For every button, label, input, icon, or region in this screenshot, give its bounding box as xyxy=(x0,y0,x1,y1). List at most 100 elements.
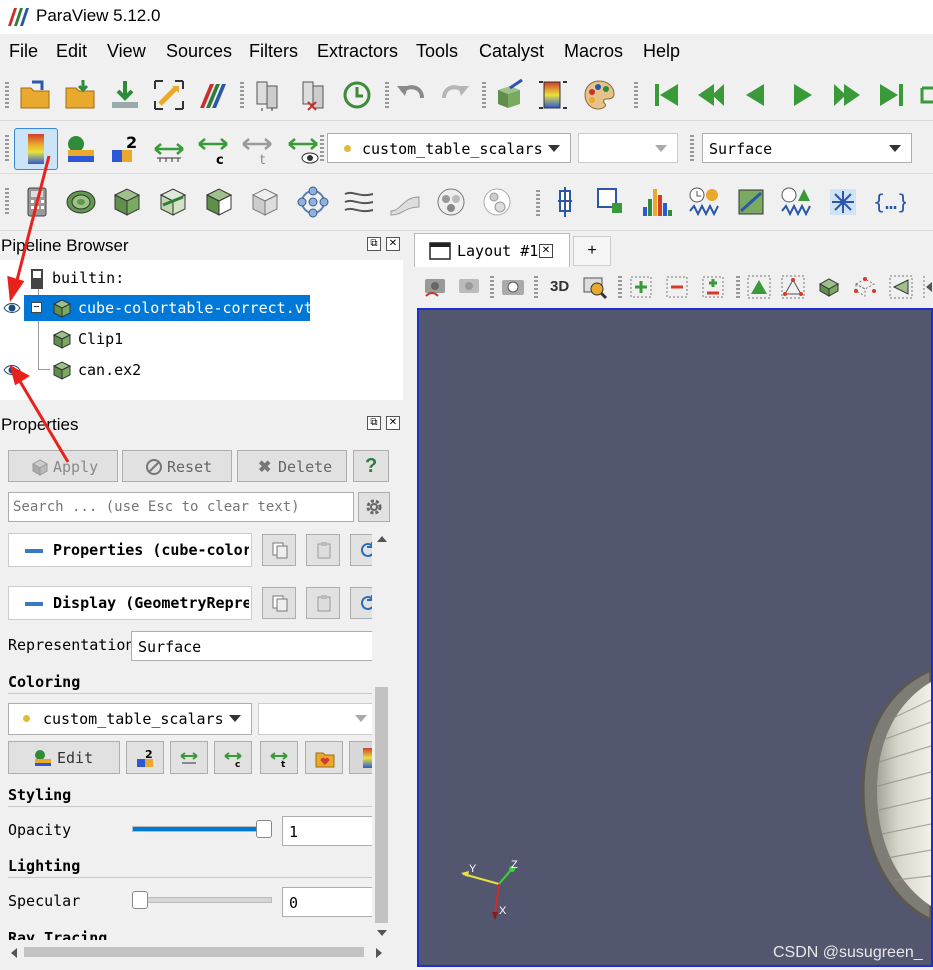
property-search-input[interactable] xyxy=(8,492,354,522)
disconnect-icon[interactable] xyxy=(296,78,330,112)
paste-properties-button[interactable] xyxy=(306,534,340,566)
rescale-temporal-button[interactable]: t xyxy=(260,741,298,774)
hscrollbar-thumb[interactable] xyxy=(24,947,364,957)
slice-icon[interactable] xyxy=(156,185,190,219)
previous-frame-icon[interactable] xyxy=(694,78,728,112)
first-frame-icon[interactable] xyxy=(650,78,684,112)
select-cells-on-icon[interactable] xyxy=(746,274,772,300)
glyph-icon[interactable] xyxy=(296,185,330,219)
coloring-component-select[interactable] xyxy=(258,703,372,735)
toolbar-grip[interactable] xyxy=(385,82,389,108)
play-icon[interactable] xyxy=(786,78,820,112)
float-panel-icon[interactable]: ⧉ xyxy=(367,416,381,430)
warp-by-vector-icon[interactable] xyxy=(388,185,422,219)
zoom-to-box-icon[interactable] xyxy=(582,274,608,300)
toolbar-grip[interactable] xyxy=(490,276,494,298)
toolbar-grip[interactable] xyxy=(690,135,694,161)
menu-catalyst[interactable]: Catalyst xyxy=(479,41,544,62)
connect-icon[interactable] xyxy=(250,78,284,112)
rescale-to-data-range-icon[interactable] xyxy=(152,132,186,166)
scroll-right-icon[interactable] xyxy=(376,948,382,958)
next-frame-icon[interactable] xyxy=(830,78,864,112)
menu-edit[interactable]: Edit xyxy=(56,41,87,62)
select-polygon-icon[interactable] xyxy=(888,274,914,300)
toolbar-grip[interactable] xyxy=(482,82,486,108)
play-backward-icon[interactable] xyxy=(738,78,772,112)
opacity-slider-track[interactable] xyxy=(132,826,272,832)
menu-sources[interactable]: Sources xyxy=(166,41,232,62)
menu-view[interactable]: View xyxy=(107,41,146,62)
toolbar-grip[interactable] xyxy=(634,82,638,108)
display-section-header[interactable]: Display (GeometryRepresentation) xyxy=(8,586,252,620)
rescale-over-time-icon[interactable]: t xyxy=(240,132,274,166)
extract-subset-icon[interactable] xyxy=(248,185,282,219)
choose-preset-button[interactable] xyxy=(305,741,343,774)
rescale-visible-range-icon[interactable] xyxy=(286,132,320,166)
menu-help[interactable]: Help xyxy=(643,41,680,62)
color-palette-icon[interactable] xyxy=(582,78,616,112)
stream-tracer-icon[interactable] xyxy=(342,185,376,219)
close-panel-icon[interactable]: ✕ xyxy=(386,416,400,430)
menu-tools[interactable]: Tools xyxy=(416,41,458,62)
toolbar-grip[interactable] xyxy=(320,135,324,161)
toolbar-grip[interactable] xyxy=(5,135,9,161)
last-frame-icon[interactable] xyxy=(874,78,908,112)
rescale-custom-button[interactable]: c xyxy=(214,741,252,774)
scrollbar-thumb[interactable] xyxy=(375,687,388,923)
properties-scrollbar[interactable] xyxy=(373,532,390,942)
contour-icon[interactable] xyxy=(64,185,98,219)
eye-icon[interactable] xyxy=(3,364,21,376)
group-datasets-icon[interactable] xyxy=(434,185,468,219)
select-more-icon[interactable] xyxy=(922,274,933,300)
properties-section-header[interactable]: Properties (cube-colortable-correct.vtk) xyxy=(8,533,252,567)
apply-button[interactable]: Apply xyxy=(8,450,118,482)
loop-icon[interactable] xyxy=(918,78,933,112)
toggle-3d-button[interactable]: 3D xyxy=(550,278,569,295)
python-calculator-icon[interactable]: {…} xyxy=(872,185,906,219)
specular-input[interactable]: 0 xyxy=(282,887,372,917)
toolbar-grip[interactable] xyxy=(534,276,538,298)
scroll-up-icon[interactable] xyxy=(377,536,387,542)
restore-display-defaults-button[interactable] xyxy=(350,587,372,619)
copy-display-button[interactable] xyxy=(262,587,296,619)
specular-slider-track[interactable] xyxy=(132,897,272,903)
menu-file[interactable]: File xyxy=(9,41,38,62)
pipeline-item-can-ex2[interactable]: can.ex2 xyxy=(0,356,403,384)
load-state-icon[interactable] xyxy=(63,78,97,112)
component-select[interactable] xyxy=(578,133,678,163)
calculator-icon[interactable] xyxy=(20,185,54,219)
plot-data-icon[interactable] xyxy=(734,185,768,219)
open-folder-icon[interactable] xyxy=(18,78,52,112)
toggle-color-legend-button[interactable] xyxy=(14,128,58,170)
zoom-toggle-icon[interactable] xyxy=(700,274,726,300)
coloring-array-select[interactable]: custom_table_scalars xyxy=(8,703,252,735)
toolbar-grip[interactable] xyxy=(5,188,9,214)
auto-apply-icon[interactable] xyxy=(340,78,374,112)
close-panel-icon[interactable]: ✕ xyxy=(386,237,400,251)
help-button[interactable]: ? xyxy=(353,450,389,482)
paraview-web-icon[interactable] xyxy=(196,78,230,112)
probe-location-icon[interactable] xyxy=(548,185,582,219)
render-view[interactable]: Y Z X CSDN @susugreen_ xyxy=(417,308,933,967)
show-color-legend-button[interactable] xyxy=(349,741,372,774)
float-panel-icon[interactable]: ⧉ xyxy=(367,237,381,251)
pipeline-item-clip1[interactable]: Clip1 xyxy=(0,325,403,353)
pipeline-item-cube-vtk[interactable]: − cube-colortable-correct.vtk xyxy=(0,294,403,322)
representation-toolbar-select[interactable]: Surface xyxy=(702,133,912,163)
reset-camera-closest-icon[interactable] xyxy=(152,78,186,112)
rescale-custom-range-icon[interactable]: c xyxy=(196,132,230,166)
plot-over-time-icon[interactable] xyxy=(688,185,722,219)
temporal-statistics-icon[interactable] xyxy=(780,185,814,219)
select-points-on-icon[interactable] xyxy=(780,274,806,300)
toolbar-grip[interactable] xyxy=(736,276,740,298)
eye-icon[interactable] xyxy=(3,302,21,314)
specular-slider-handle[interactable] xyxy=(132,891,148,909)
color-array-select[interactable]: custom_table_scalars xyxy=(327,133,571,163)
pipeline-item-builtin[interactable]: builtin: xyxy=(0,264,403,292)
advanced-settings-button[interactable] xyxy=(358,492,390,522)
undo-camera-icon[interactable] xyxy=(422,274,448,300)
copy-properties-button[interactable] xyxy=(262,534,296,566)
properties-hscrollbar[interactable] xyxy=(8,944,388,960)
tab-layout-1[interactable]: Layout #1 ✕ xyxy=(414,233,570,267)
select-cells-through-icon[interactable] xyxy=(816,274,842,300)
